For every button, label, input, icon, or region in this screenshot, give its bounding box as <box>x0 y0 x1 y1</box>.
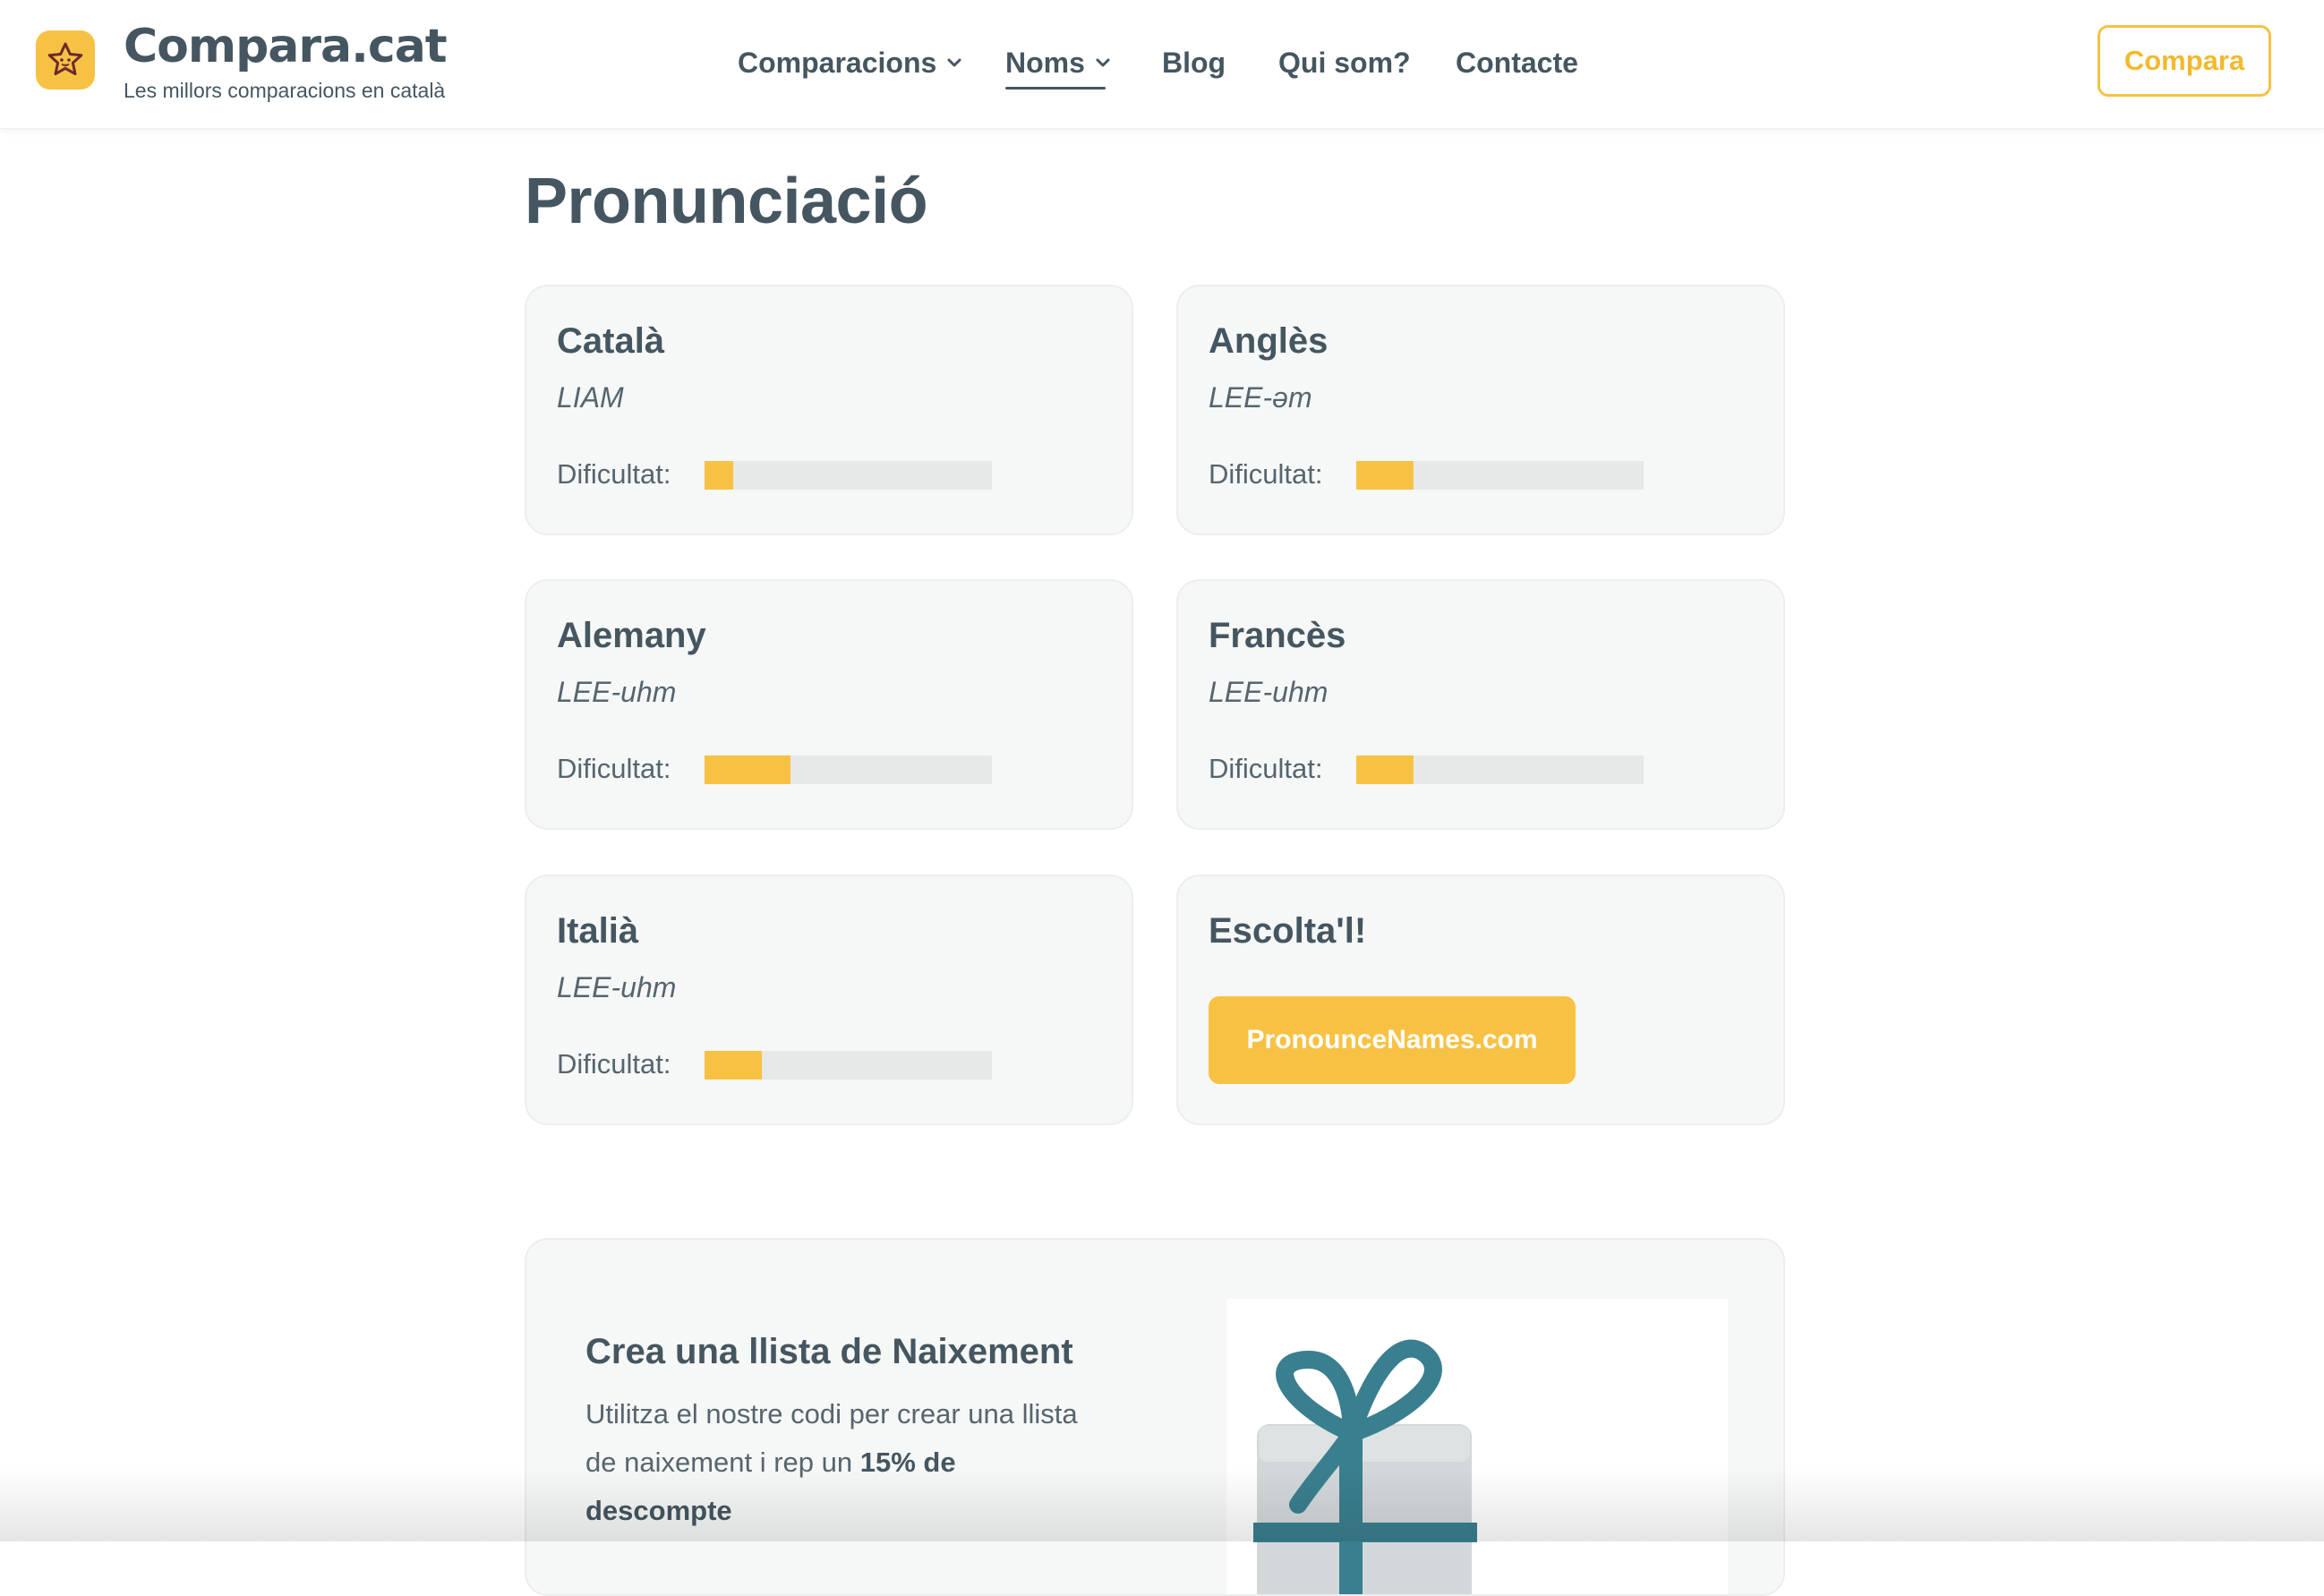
nav-item-comparacions[interactable]: Comparacions <box>738 43 963 82</box>
star-face-icon <box>47 42 83 76</box>
difficulty-bar-fill <box>705 755 791 784</box>
nav-item-label: Qui som? <box>1278 47 1411 79</box>
pronunciation-text: LEE-əm <box>1209 381 1312 414</box>
promo-image <box>1226 1299 1728 1594</box>
difficulty-bar <box>705 461 992 490</box>
pronunciation-card-alemany: Alemany LEE-uhm Dificultat: <box>525 579 1133 830</box>
difficulty-bar-fill <box>705 461 734 490</box>
chevron-down-icon <box>1096 58 1110 67</box>
nav-item-contacte[interactable]: Contacte <box>1456 43 1578 82</box>
card-title: Alemany <box>557 616 706 655</box>
pronunciation-card-italia: Italià LEE-uhm Dificultat: <box>525 875 1133 1125</box>
difficulty-bar <box>705 1051 992 1080</box>
nav-item-qui-som[interactable]: Qui som? <box>1278 43 1411 82</box>
nav-item-label: Contacte <box>1456 47 1578 79</box>
card-title: Escolta'l! <box>1209 911 1367 951</box>
nav-item-label: Comparacions <box>738 47 937 79</box>
difficulty-bar-fill <box>705 1051 763 1080</box>
nav-item-label: Blog <box>1162 47 1226 79</box>
site-tagline: Les millors comparacions en català <box>124 79 446 102</box>
promo-title: Crea una llista de Naixement <box>585 1332 1073 1371</box>
chevron-down-icon <box>947 58 961 67</box>
promo-text: Utilitza el nostre codi per crear una ll… <box>585 1390 1087 1535</box>
pronunciation-card-frances: Francès LEE-uhm Dificultat: <box>1176 579 1785 830</box>
pronunciation-card-catala: Català LIAM Dificultat: <box>525 285 1133 535</box>
difficulty-label: Dificultat: <box>557 753 671 784</box>
difficulty-bar <box>705 755 992 784</box>
site-title[interactable]: Compara.cat <box>124 20 448 73</box>
card-title: Anglès <box>1209 321 1329 361</box>
listen-card: Escolta'l! PronounceNames.com <box>1176 875 1785 1125</box>
card-title: Italià <box>557 911 639 951</box>
logo-icon[interactable] <box>36 30 95 90</box>
nav-item-label: Noms <box>1005 47 1085 79</box>
difficulty-label: Dificultat: <box>557 458 671 490</box>
nav-item-blog[interactable]: Blog <box>1162 43 1226 82</box>
nav-item-noms[interactable]: Noms <box>1005 43 1112 82</box>
birth-list-promo: Crea una llista de Naixement Utilitza el… <box>525 1238 1785 1596</box>
pronounce-names-button[interactable]: PronounceNames.com <box>1209 996 1576 1084</box>
promo-text-body: Utilitza el nostre codi per crear una ll… <box>585 1398 1078 1478</box>
pronunciation-text: LEE-uhm <box>1209 676 1329 708</box>
difficulty-bar <box>1356 755 1644 784</box>
difficulty-bar-fill <box>1356 461 1414 490</box>
page-title: Pronunciació <box>525 166 928 237</box>
pronunciation-card-angles: Anglès LEE-əm Dificultat: <box>1176 285 1785 535</box>
site-header: Compara.cat Les millors comparacions en … <box>0 0 2324 129</box>
gift-box-icon <box>1253 1339 1477 1594</box>
card-title: Francès <box>1209 616 1346 655</box>
difficulty-label: Dificultat: <box>1209 753 1323 784</box>
difficulty-label: Dificultat: <box>557 1048 671 1080</box>
difficulty-label: Dificultat: <box>1209 458 1323 490</box>
pronunciation-text: LEE-uhm <box>557 971 677 1003</box>
pronunciation-text: LIAM <box>557 381 624 414</box>
compara-button[interactable]: Compara <box>2098 25 2271 97</box>
card-title: Català <box>557 321 665 361</box>
difficulty-bar-fill <box>1356 755 1414 784</box>
difficulty-bar <box>1356 461 1644 490</box>
pronunciation-text: LEE-uhm <box>557 676 677 708</box>
active-nav-indicator <box>1005 87 1106 90</box>
